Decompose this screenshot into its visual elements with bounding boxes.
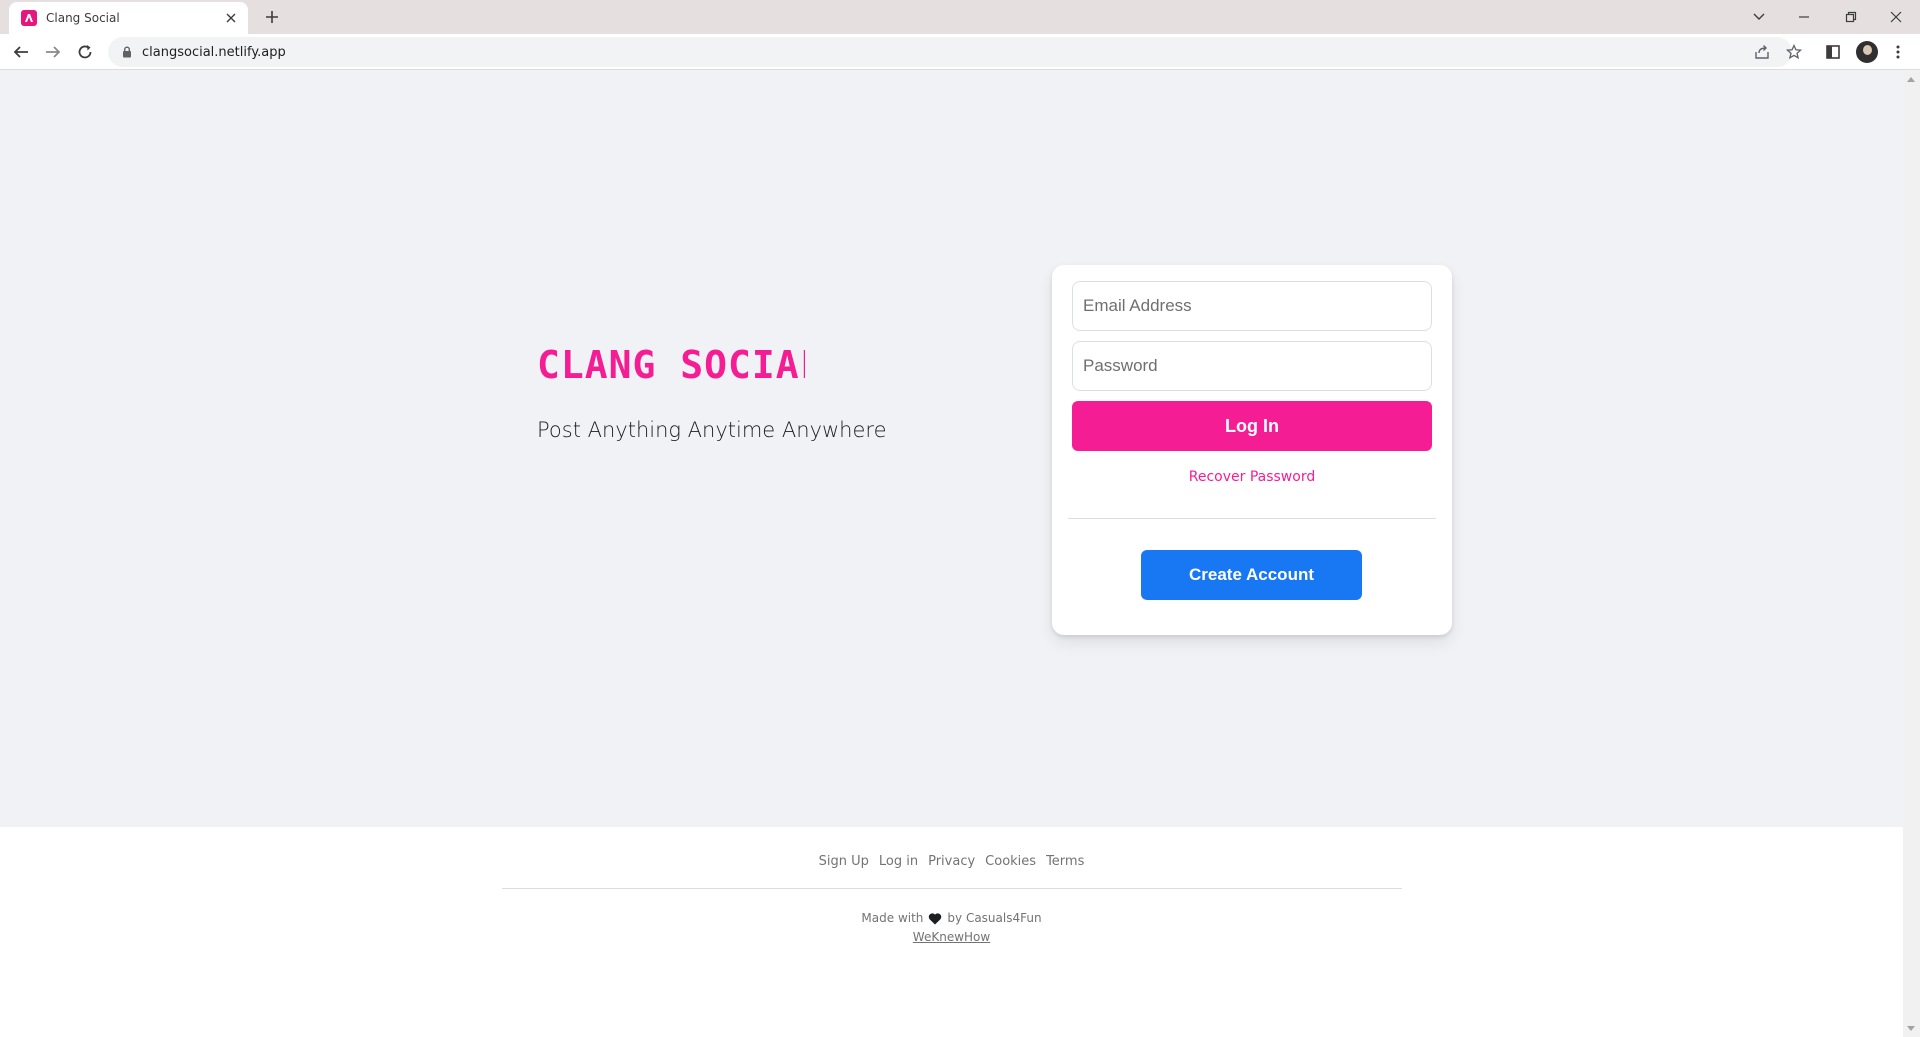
tab-title: Clang Social: [46, 11, 120, 25]
password-field[interactable]: [1072, 341, 1432, 391]
footer-link-terms[interactable]: Terms: [1046, 854, 1084, 869]
plus-icon[interactable]: [262, 7, 282, 27]
made-with-line: Made with by Casuals4Fun: [0, 911, 1903, 925]
browser-toolbar: clangsocial.netlify.app: [0, 34, 1920, 70]
footer-link-privacy[interactable]: Privacy: [928, 854, 975, 869]
avatar[interactable]: [1856, 41, 1878, 63]
email-field[interactable]: [1072, 281, 1432, 331]
url-text[interactable]: clangsocial.netlify.app: [142, 45, 286, 60]
footer-link-log-in[interactable]: Log in: [879, 854, 918, 869]
star-icon[interactable]: [1784, 42, 1804, 62]
footer: Sign Up Log in Privacy Cookies Terms Mad…: [0, 827, 1903, 1037]
clang-social-logo: CLANG SOCIAL: [537, 346, 805, 384]
scrollbar[interactable]: [1903, 71, 1920, 1037]
lock-icon[interactable]: [120, 45, 134, 59]
scroll-up-icon[interactable]: [1907, 77, 1915, 82]
footer-link-cookies[interactable]: Cookies: [985, 854, 1036, 869]
minimize-icon[interactable]: [1791, 4, 1817, 30]
tagline: Post Anything Anytime Anywhere: [537, 418, 887, 442]
side-panel-icon[interactable]: [1823, 42, 1843, 62]
login-button[interactable]: Log In: [1072, 401, 1432, 451]
page-body: CLANG SOCIAL Post Anything Anytime Anywh…: [0, 71, 1903, 827]
heart-icon: [928, 912, 942, 925]
made-with-text: Made with: [861, 911, 924, 925]
browser-tabstrip: Clang Social: [0, 0, 1920, 34]
favicon-icon: [21, 10, 37, 26]
close-icon[interactable]: [223, 10, 239, 26]
close-window-icon[interactable]: [1883, 4, 1909, 30]
chevron-down-icon[interactable]: [1746, 4, 1772, 30]
footer-links: Sign Up Log in Privacy Cookies Terms: [0, 854, 1903, 869]
studio-line: WeKnewHow: [0, 930, 1903, 944]
divider: [1068, 518, 1436, 519]
scroll-down-icon[interactable]: [1907, 1026, 1915, 1031]
brand-logo: CLANG SOCIAL: [537, 346, 805, 384]
menu-icon[interactable]: [1888, 42, 1908, 62]
share-icon[interactable]: [1752, 42, 1772, 62]
browser-tab[interactable]: Clang Social: [9, 2, 248, 34]
footer-link-sign-up[interactable]: Sign Up: [819, 854, 869, 869]
address-bar[interactable]: clangsocial.netlify.app: [108, 37, 1802, 67]
forward-icon[interactable]: [41, 40, 65, 64]
footer-divider: [502, 888, 1402, 889]
svg-text:CLANG SOCIAL: CLANG SOCIAL: [537, 346, 805, 384]
restore-icon[interactable]: [1838, 4, 1864, 30]
create-account-button[interactable]: Create Account: [1141, 550, 1362, 600]
login-card: Log In Recover Password Create Account: [1052, 265, 1452, 635]
recover-password-link[interactable]: Recover Password: [1052, 469, 1452, 485]
reload-icon[interactable]: [73, 40, 97, 64]
made-by-text: by Casuals4Fun: [947, 911, 1042, 925]
back-icon[interactable]: [9, 40, 33, 64]
studio-link[interactable]: WeKnewHow: [913, 930, 990, 944]
